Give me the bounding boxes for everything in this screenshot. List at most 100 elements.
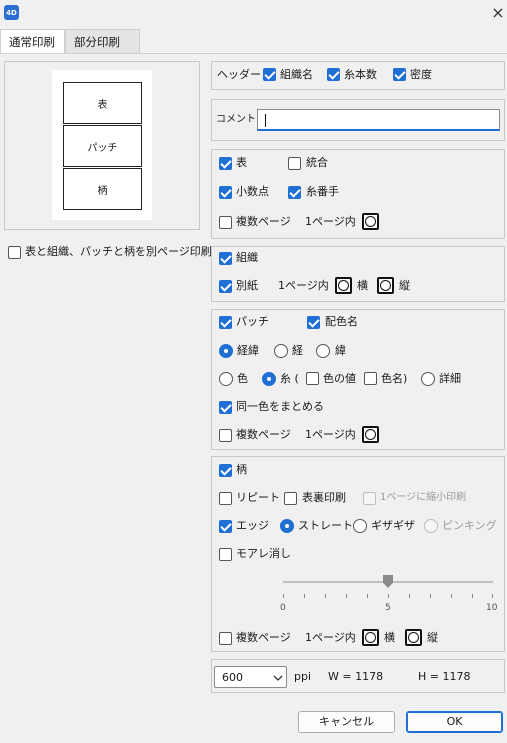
pattern-vertical-fit-icon[interactable] — [405, 629, 422, 646]
slider-tick — [451, 594, 452, 598]
detail-radio[interactable] — [421, 372, 435, 386]
tab-divider — [0, 53, 507, 54]
ppi-select[interactable]: 600 — [214, 666, 287, 688]
decimal-label: 小数点 — [236, 185, 269, 198]
moire-checkbox[interactable] — [219, 548, 232, 561]
table-label: 表 — [236, 156, 247, 169]
slider-tick — [409, 594, 410, 598]
merge-checkbox[interactable] — [288, 157, 301, 170]
warp-label: 経 — [292, 344, 303, 357]
edge-label: エッジ — [236, 519, 269, 532]
color-value-checkbox[interactable] — [306, 372, 319, 385]
slider-tick — [304, 594, 305, 598]
ok-button[interactable]: OK — [406, 711, 503, 733]
straight-radio[interactable] — [280, 519, 294, 533]
text-caret — [265, 114, 266, 127]
separate-pages-label: 表と組織、パッチと柄を別ページ印刷 — [25, 245, 212, 258]
density-checkbox[interactable] — [393, 68, 406, 81]
slider-tick — [283, 594, 284, 598]
slider-max-label: 10 — [486, 603, 498, 613]
patch-multi-page-checkbox[interactable] — [219, 429, 232, 442]
color-name2-label: 色名) — [381, 372, 408, 385]
weave-vertical-fit-icon[interactable] — [377, 277, 394, 294]
comment-label: コメント — [216, 114, 256, 125]
color-value-label: 色の値 — [323, 372, 356, 385]
height-value: H = 1178 — [418, 670, 471, 683]
width-value: W = 1178 — [328, 670, 384, 683]
density-label: 密度 — [410, 68, 432, 81]
pinking-label: ピンキング — [442, 519, 497, 532]
warp-weft-radio[interactable] — [219, 344, 233, 358]
table-multi-page-checkbox[interactable] — [219, 216, 232, 229]
detail-label: 詳細 — [439, 372, 461, 385]
ppi-unit-label: ppi — [294, 670, 312, 683]
merge-label: 統合 — [306, 156, 328, 169]
weave-checkbox[interactable] — [219, 252, 232, 265]
patch-page-fit-icon[interactable] — [362, 426, 379, 443]
yarn-radio[interactable] — [262, 372, 276, 386]
cancel-button[interactable]: キャンセル — [298, 711, 395, 733]
slider-tick — [472, 594, 473, 598]
close-icon[interactable]: × — [489, 3, 507, 23]
group-same-checkbox[interactable] — [219, 401, 232, 414]
pattern-within-1page-label: 1ページ内 — [305, 631, 356, 644]
title-bar — [0, 0, 507, 27]
yarn-count-checkbox[interactable] — [327, 68, 340, 81]
slider-tick — [430, 594, 431, 598]
shrink-checkbox[interactable] — [363, 492, 376, 505]
straight-label: ストレート — [298, 519, 353, 532]
front-back-checkbox[interactable] — [284, 492, 297, 505]
pattern-multi-page-checkbox[interactable] — [219, 632, 232, 645]
weave-label: 組織 — [236, 251, 258, 264]
table-checkbox[interactable] — [219, 157, 232, 170]
color-name2-checkbox[interactable] — [364, 372, 377, 385]
color-label: 色 — [237, 372, 248, 385]
color-name-checkbox[interactable] — [307, 316, 320, 329]
zigzag-radio[interactable] — [353, 519, 367, 533]
patch-checkbox[interactable] — [219, 316, 232, 329]
warp-radio[interactable] — [274, 344, 288, 358]
slider-tick — [346, 594, 347, 598]
weave-within-1page-label: 1ページ内 — [278, 279, 329, 292]
pinking-radio[interactable] — [424, 519, 438, 533]
preview-box-pattern: 柄 — [63, 168, 142, 210]
separate-pages-checkbox[interactable] — [8, 246, 21, 259]
org-name-checkbox[interactable] — [263, 68, 276, 81]
tab-partial-print[interactable]: 部分印刷 — [65, 29, 140, 53]
pattern-horizontal-fit-icon[interactable] — [362, 629, 379, 646]
color-name-label: 配色名 — [325, 315, 358, 328]
weft-label: 緯 — [335, 344, 346, 357]
tab-normal-print[interactable]: 通常印刷 — [0, 29, 65, 53]
patch-multi-page-label: 複数ページ — [236, 428, 291, 441]
header-label: ヘッダー — [217, 68, 261, 81]
weave-vertical-label: 縦 — [399, 279, 410, 292]
separate-paper-checkbox[interactable] — [219, 280, 232, 293]
slider-min-label: 0 — [280, 603, 286, 613]
pattern-horizontal-label: 横 — [384, 631, 395, 644]
slider-tick — [492, 594, 493, 598]
comment-input[interactable] — [257, 109, 500, 131]
moire-label: モアレ消し — [236, 547, 291, 560]
preview-box-table: 表 — [63, 82, 142, 124]
decimal-checkbox[interactable] — [219, 186, 232, 199]
slider-tick — [388, 594, 389, 598]
table-page-fit-icon[interactable] — [362, 213, 379, 230]
table-multi-page-label: 複数ページ — [236, 215, 291, 228]
weft-radio[interactable] — [316, 344, 330, 358]
pattern-multi-page-label: 複数ページ — [236, 631, 291, 644]
group-same-label: 同一色をまとめる — [236, 400, 324, 413]
weave-horizontal-label: 横 — [357, 279, 368, 292]
patch-within-1page-label: 1ページ内 — [305, 428, 356, 441]
slider-tick — [367, 594, 368, 598]
pattern-vertical-label: 縦 — [427, 631, 438, 644]
weave-horizontal-fit-icon[interactable] — [335, 277, 352, 294]
pattern-checkbox[interactable] — [219, 464, 232, 477]
ppi-value: 600 — [222, 671, 243, 684]
repeat-checkbox[interactable] — [219, 492, 232, 505]
separate-paper-label: 別紙 — [236, 279, 258, 292]
edge-checkbox[interactable] — [219, 520, 232, 533]
repeat-label: リピート — [236, 491, 280, 504]
org-name-label: 組織名 — [280, 68, 313, 81]
yarn-no-checkbox[interactable] — [288, 186, 301, 199]
color-radio[interactable] — [219, 372, 233, 386]
